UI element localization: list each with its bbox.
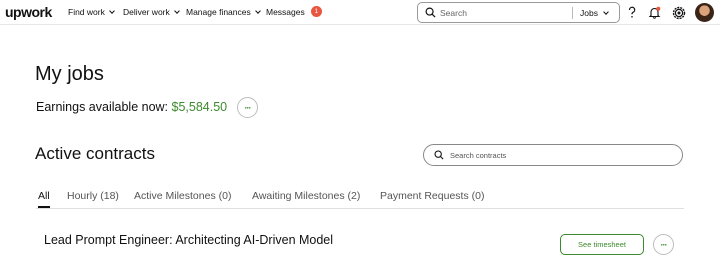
- chevron-down-icon: [603, 8, 609, 15]
- search-icon: [434, 150, 444, 160]
- messages-count-badge: 1: [310, 6, 322, 17]
- nav-manage-finances-label: Manage finances: [186, 7, 251, 17]
- chevron-down-icon: [109, 7, 115, 14]
- nav-messages[interactable]: Messages 1: [266, 6, 322, 17]
- avatar[interactable]: [695, 3, 714, 22]
- contract-search-input[interactable]: Search contracts: [450, 151, 506, 160]
- nav-deliver-work[interactable]: Deliver work: [123, 7, 180, 17]
- search-icon: [425, 7, 436, 18]
- contract-more-button[interactable]: ···: [653, 234, 674, 255]
- see-timesheet-button[interactable]: See timesheet: [560, 234, 644, 255]
- earnings-amount: $5,584.50: [171, 100, 228, 114]
- nav-deliver-work-label: Deliver work: [123, 7, 170, 17]
- nav-messages-label: Messages: [266, 6, 305, 17]
- section-title: Active contracts: [35, 144, 155, 163]
- contract-title[interactable]: Lead Prompt Engineer: Architecting AI-Dr…: [44, 233, 333, 247]
- search-divider: [572, 7, 573, 19]
- tab-active-milestones[interactable]: Active Milestones (0): [134, 190, 231, 208]
- contract-search[interactable]: Search contracts: [423, 144, 683, 166]
- notifications-icon[interactable]: [646, 4, 663, 21]
- chevron-down-icon: [173, 7, 180, 14]
- global-search[interactable]: Search Jobs: [417, 2, 620, 23]
- chevron-down-icon: [254, 7, 261, 14]
- earnings-label: Earnings available now:: [36, 100, 169, 114]
- top-nav: upwork Find work Deliver work Manage fin…: [0, 0, 720, 25]
- page-title: My jobs: [35, 63, 104, 85]
- earnings-more-button[interactable]: ···: [237, 97, 258, 118]
- nav-find-work-label: Find work: [68, 7, 105, 17]
- nav-find-work[interactable]: Find work: [68, 7, 115, 17]
- search-scope-dropdown[interactable]: Jobs: [580, 8, 609, 18]
- search-scope-label: Jobs: [580, 8, 598, 18]
- nav-manage-finances[interactable]: Manage finances: [186, 7, 261, 17]
- settings-icon[interactable]: [670, 4, 687, 21]
- upwork-logo[interactable]: upwork: [5, 4, 52, 20]
- search-input[interactable]: Search: [440, 8, 467, 18]
- tab-awaiting-milestones[interactable]: Awaiting Milestones (2): [252, 190, 360, 208]
- earnings-summary: Earnings available now: $5,584.50: [36, 100, 227, 114]
- contract-tabs: All Hourly (18) Active Milestones (0) Aw…: [36, 190, 684, 209]
- tab-hourly[interactable]: Hourly (18): [67, 190, 119, 208]
- help-icon[interactable]: [623, 4, 640, 21]
- tab-all[interactable]: All: [38, 190, 50, 208]
- tab-payment-requests[interactable]: Payment Requests (0): [380, 190, 484, 208]
